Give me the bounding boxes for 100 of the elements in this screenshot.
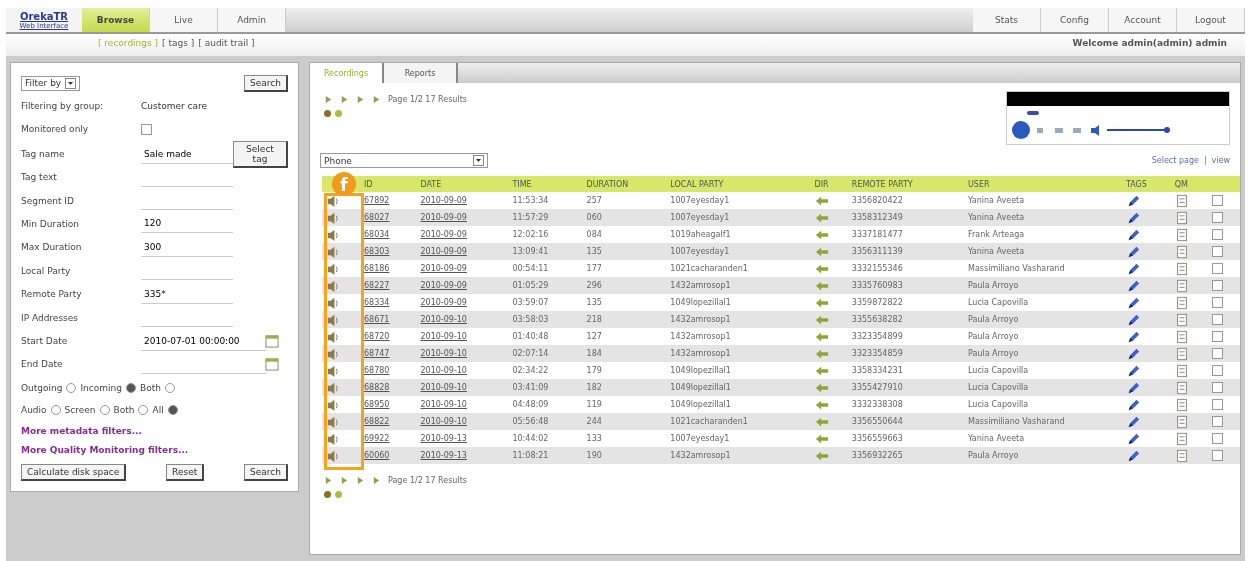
view-link[interactable]: view	[1211, 156, 1230, 165]
column-header[interactable]: DIR	[810, 176, 848, 192]
table-cell[interactable]: 67892	[360, 192, 417, 209]
table-cell[interactable]: 2010-09-10	[416, 379, 509, 396]
filter-link[interactable]: More Quality Monitoring filters...	[21, 440, 288, 460]
content-tab[interactable]: Reports	[384, 63, 458, 83]
column-header[interactable]: TAGS	[1122, 176, 1171, 192]
table-cell[interactable]: 68822	[360, 413, 417, 430]
document-icon[interactable]	[1174, 295, 1189, 310]
table-cell[interactable]: 68671	[360, 311, 417, 328]
row-checkbox[interactable]	[1211, 246, 1223, 257]
row-checkbox[interactable]	[1211, 229, 1223, 240]
nav-tab[interactable]: Account	[1109, 8, 1177, 32]
row-checkbox[interactable]	[1211, 280, 1223, 291]
pen-icon[interactable]	[1126, 210, 1140, 225]
pen-icon[interactable]	[1126, 244, 1140, 259]
view-dropdown[interactable]: Phone	[320, 153, 488, 168]
table-cell[interactable]: 2010-09-09	[416, 226, 509, 243]
table-cell[interactable]: 68303	[360, 243, 417, 260]
table-cell[interactable]: 2010-09-09	[416, 260, 509, 277]
nav-tab[interactable]: Live	[150, 8, 218, 32]
pen-icon[interactable]	[1126, 346, 1140, 361]
row-checkbox[interactable]	[1211, 450, 1223, 461]
column-header[interactable]: QM	[1170, 176, 1208, 192]
column-header[interactable]: DURATION	[582, 176, 667, 192]
calendar-icon[interactable]	[265, 357, 279, 372]
document-icon[interactable]	[1174, 244, 1189, 259]
row-checkbox[interactable]	[1211, 382, 1223, 393]
column-header[interactable]: REMOTE PARTY	[847, 176, 964, 192]
document-icon[interactable]	[1174, 312, 1189, 327]
nav-tab[interactable]: Stats	[973, 8, 1041, 32]
radio-button[interactable]	[167, 405, 178, 416]
radio-button[interactable]	[50, 405, 61, 416]
radio-button[interactable]	[99, 405, 110, 416]
table-cell[interactable]: 2010-09-09	[416, 294, 509, 311]
row-checkbox[interactable]	[1211, 263, 1223, 274]
table-cell[interactable]: 68950	[360, 396, 417, 413]
column-header[interactable]: DATE	[416, 176, 509, 192]
select-tag-button[interactable]: Select tag	[233, 140, 288, 168]
table-cell[interactable]: 2010-09-09	[416, 192, 509, 209]
table-cell[interactable]: 68828	[360, 379, 417, 396]
media-player[interactable]	[1006, 91, 1230, 145]
document-icon[interactable]	[1174, 261, 1189, 276]
table-cell[interactable]: 2010-09-09	[416, 243, 509, 260]
document-icon[interactable]	[1174, 363, 1189, 378]
pen-icon[interactable]	[1126, 414, 1140, 429]
table-cell[interactable]: 68186	[360, 260, 417, 277]
column-header[interactable]: ID	[360, 176, 417, 192]
table-cell[interactable]: 2010-09-10	[416, 328, 509, 345]
pen-icon[interactable]	[1126, 278, 1140, 293]
table-cell[interactable]: 2010-09-13	[416, 447, 509, 464]
document-icon[interactable]	[1174, 227, 1189, 242]
table-cell[interactable]: 68780	[360, 362, 417, 379]
pen-icon[interactable]	[1126, 227, 1140, 242]
document-icon[interactable]	[1174, 414, 1189, 429]
document-icon[interactable]	[1174, 346, 1189, 361]
table-cell[interactable]: 2010-09-10	[416, 362, 509, 379]
column-header[interactable]: TIME	[508, 176, 583, 192]
row-checkbox[interactable]	[1211, 331, 1223, 342]
action-button[interactable]: Search	[244, 464, 288, 481]
pen-icon[interactable]	[1126, 380, 1140, 395]
table-cell[interactable]: 2010-09-10	[416, 345, 509, 362]
table-cell[interactable]: 68747	[360, 345, 417, 362]
pen-icon[interactable]	[1126, 193, 1140, 208]
pen-icon[interactable]	[1126, 397, 1140, 412]
row-checkbox[interactable]	[1211, 297, 1223, 308]
radio-button[interactable]	[66, 382, 77, 393]
table-cell[interactable]: 60060	[360, 447, 417, 464]
radio-button[interactable]	[125, 382, 136, 393]
document-icon[interactable]	[1174, 278, 1189, 293]
radio-button[interactable]	[138, 405, 149, 416]
document-icon[interactable]	[1174, 329, 1189, 344]
table-cell[interactable]: 68227	[360, 277, 417, 294]
document-icon[interactable]	[1174, 380, 1189, 395]
row-checkbox[interactable]	[1211, 212, 1223, 223]
nav-tab[interactable]: Config	[1041, 8, 1109, 32]
table-cell[interactable]: 2010-09-10	[416, 311, 509, 328]
document-icon[interactable]	[1174, 397, 1189, 412]
document-icon[interactable]	[1174, 431, 1189, 446]
filter-link[interactable]: More metadata filters...	[21, 421, 288, 441]
document-icon[interactable]	[1174, 210, 1189, 225]
row-checkbox[interactable]	[1211, 433, 1223, 444]
row-checkbox[interactable]	[1211, 195, 1223, 206]
sub-nav-link[interactable]: [ audit trail ]	[198, 38, 255, 48]
nav-tab[interactable]: Admin	[218, 8, 286, 32]
pen-icon[interactable]	[1126, 363, 1140, 378]
table-cell[interactable]: 68027	[360, 209, 417, 226]
search-button[interactable]: Search	[244, 74, 288, 92]
nav-tab[interactable]: Logout	[1177, 8, 1245, 32]
row-checkbox[interactable]	[1211, 416, 1223, 427]
select-page-link[interactable]: Select page	[1151, 156, 1199, 165]
pen-icon[interactable]	[1126, 295, 1140, 310]
table-cell[interactable]: 68334	[360, 294, 417, 311]
radio-button[interactable]	[164, 382, 175, 393]
checkbox[interactable]	[141, 123, 152, 135]
action-button[interactable]: Reset	[166, 464, 205, 481]
document-icon[interactable]	[1174, 448, 1189, 463]
table-cell[interactable]: 68034	[360, 226, 417, 243]
table-cell[interactable]: 68720	[360, 328, 417, 345]
column-header[interactable]: LOCAL PARTY	[666, 176, 811, 192]
